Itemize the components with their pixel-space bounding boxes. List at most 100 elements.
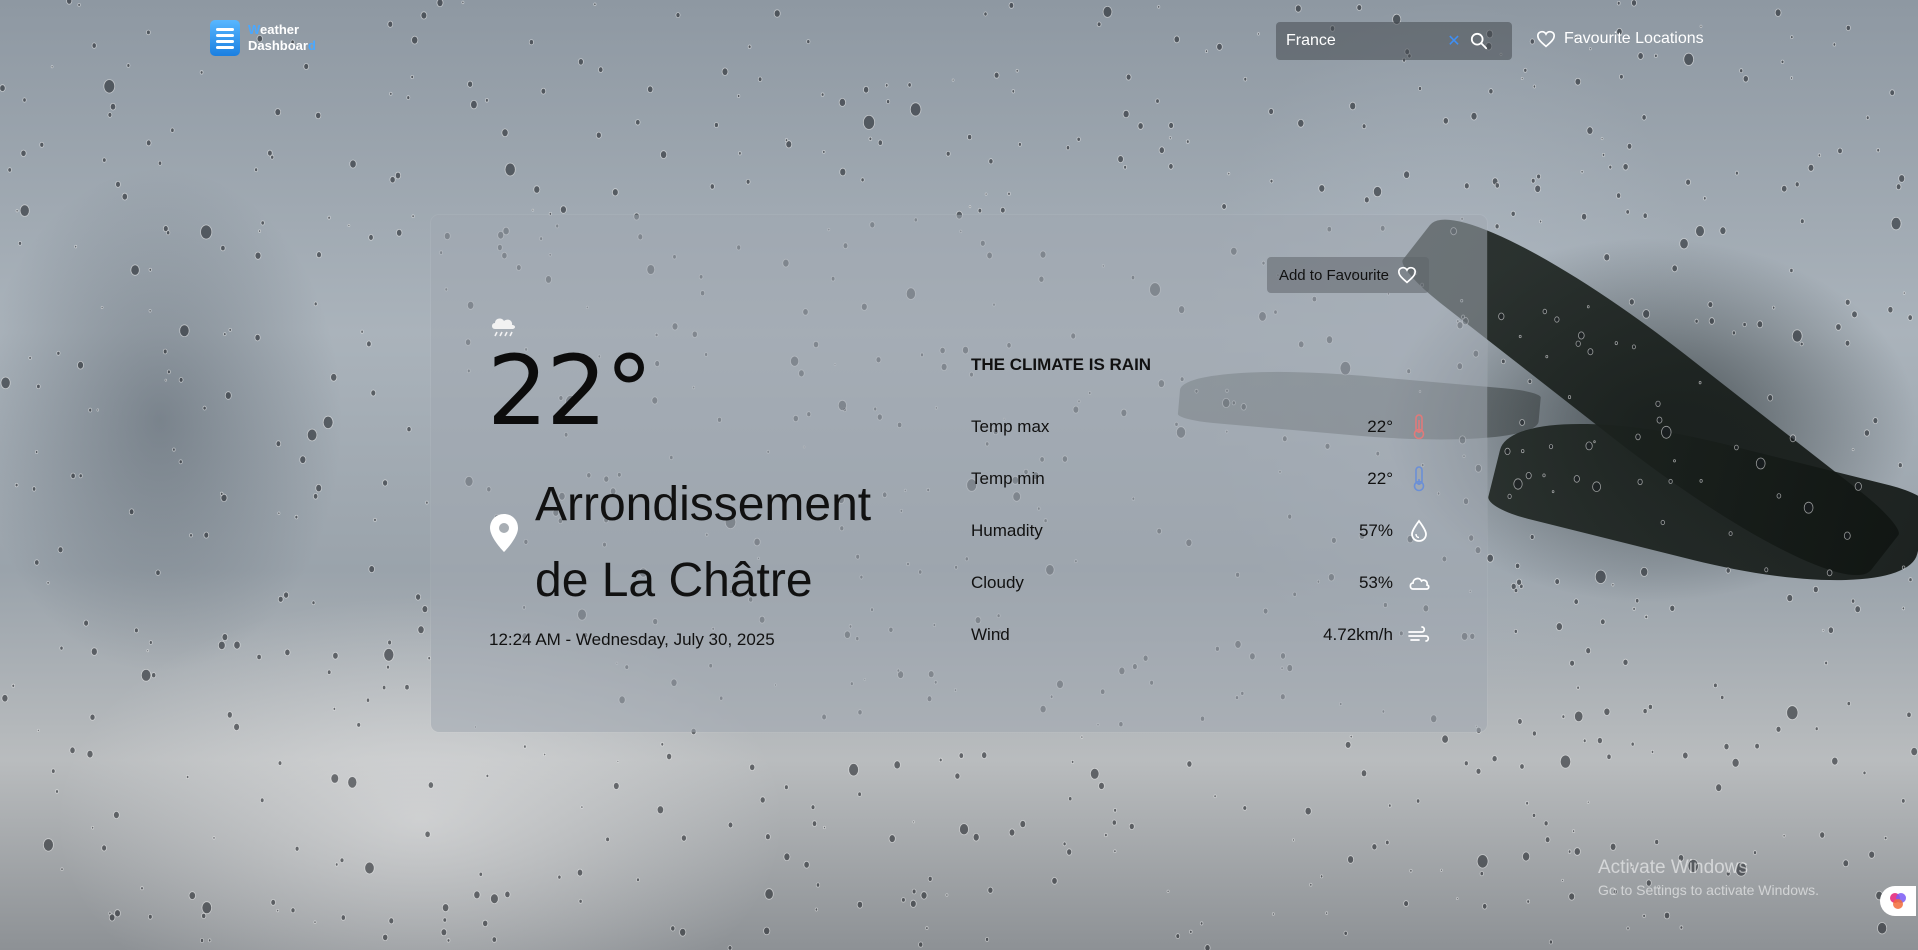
raindrop <box>977 207 983 214</box>
raindrop <box>1600 618 1606 625</box>
raindrop <box>1895 183 1902 191</box>
raindrop <box>1066 848 1073 856</box>
raindrop <box>102 157 107 163</box>
raindrop <box>784 138 789 143</box>
raindrop <box>219 491 224 496</box>
raindrop <box>404 684 410 691</box>
raindrop <box>749 763 756 771</box>
raindrop <box>1403 900 1409 907</box>
favourite-locations-link[interactable]: Favourite Locations <box>1536 30 1704 48</box>
raindrop <box>1068 796 1073 802</box>
raindrop <box>1637 478 1643 486</box>
raindrop <box>140 886 144 891</box>
raindrop <box>178 377 184 383</box>
raindrop <box>1907 314 1913 321</box>
raindrop <box>188 891 196 900</box>
raindrop <box>959 823 969 836</box>
raindrop <box>199 938 204 944</box>
raindrop <box>1734 444 1739 451</box>
raindrop <box>815 882 821 888</box>
wind-icon <box>1407 621 1431 649</box>
raindrop <box>427 781 434 789</box>
raindrop <box>51 768 56 774</box>
raindrop <box>1123 164 1127 170</box>
search-input[interactable] <box>1276 32 1444 50</box>
clear-search-button[interactable]: ✕ <box>1444 31 1464 51</box>
raindrop <box>1901 565 1906 570</box>
raindrop <box>1626 926 1630 931</box>
raindrop <box>1567 849 1572 854</box>
raindrop <box>580 805 584 809</box>
raindrop <box>15 209 19 213</box>
raindrop <box>504 162 516 177</box>
raindrop <box>1597 737 1603 745</box>
add-to-favourite-button[interactable]: Add to Favourite <box>1266 257 1429 293</box>
raindrop <box>90 647 98 656</box>
location-name: Arrondissement de La Châtre <box>535 467 935 619</box>
logo-icon <box>210 20 240 56</box>
color-palette-button[interactable] <box>1880 886 1916 916</box>
raindrop <box>1908 577 1913 583</box>
raindrop <box>254 251 262 260</box>
raindrop <box>1076 136 1081 142</box>
raindrop <box>1548 444 1554 450</box>
raindrop <box>1897 462 1903 469</box>
raindrop <box>1609 842 1617 851</box>
raindrop <box>421 605 429 613</box>
raindrop <box>1781 184 1788 193</box>
raindrop <box>356 722 362 728</box>
raindrop <box>491 936 497 943</box>
raindrop <box>1587 348 1594 356</box>
logo[interactable]: Weather Dashboard <box>210 20 316 56</box>
raindrop <box>424 830 431 838</box>
raindrop <box>1019 820 1026 829</box>
raindrop <box>386 664 390 670</box>
raindrop <box>1227 171 1231 176</box>
raindrop <box>57 546 64 554</box>
raindrop <box>145 139 152 147</box>
raindrop <box>1536 173 1541 180</box>
favourite-locations-label: Favourite Locations <box>1564 30 1704 47</box>
raindrop <box>473 890 481 900</box>
raindrop <box>1561 878 1564 882</box>
raindrop <box>1671 264 1678 273</box>
raindrop <box>1580 169 1584 174</box>
raindrop <box>78 473 83 479</box>
raindrop <box>1574 710 1584 723</box>
raindrop <box>1221 203 1227 210</box>
raindrop <box>1614 341 1618 346</box>
raindrop <box>1268 108 1274 115</box>
raindrop <box>1660 519 1665 526</box>
raindrop <box>1416 798 1421 804</box>
raindrop <box>59 645 64 651</box>
raindrop <box>260 797 265 803</box>
raindrop <box>1713 682 1718 689</box>
detail-row-temp-max: Temp max 22° <box>971 401 1431 453</box>
search-button[interactable] <box>1464 26 1494 56</box>
raindrop <box>1539 219 1543 224</box>
raindrop <box>201 912 207 919</box>
raindrop <box>1441 734 1449 744</box>
raindrop <box>170 127 175 133</box>
raindrop <box>1476 854 1489 869</box>
raindrop <box>1635 433 1641 441</box>
raindrop <box>1080 735 1084 739</box>
raindrop <box>1592 481 1601 493</box>
raindrop <box>101 844 107 852</box>
raindrop <box>200 224 213 240</box>
raindrop <box>783 852 791 861</box>
raindrop <box>1723 742 1730 751</box>
raindrop <box>1703 196 1707 201</box>
raindrop <box>43 838 54 852</box>
raindrop <box>1555 622 1563 631</box>
detail-label: Temp min <box>971 469 1045 488</box>
raindrop <box>327 669 332 675</box>
raindrop <box>1656 416 1663 424</box>
raindrop <box>1863 429 1870 437</box>
raindrop <box>347 223 351 227</box>
raindrop <box>647 85 654 93</box>
raindrop <box>1585 441 1593 451</box>
raindrop <box>1851 598 1856 604</box>
raindrop <box>1851 310 1858 319</box>
raindrop <box>1720 695 1725 701</box>
